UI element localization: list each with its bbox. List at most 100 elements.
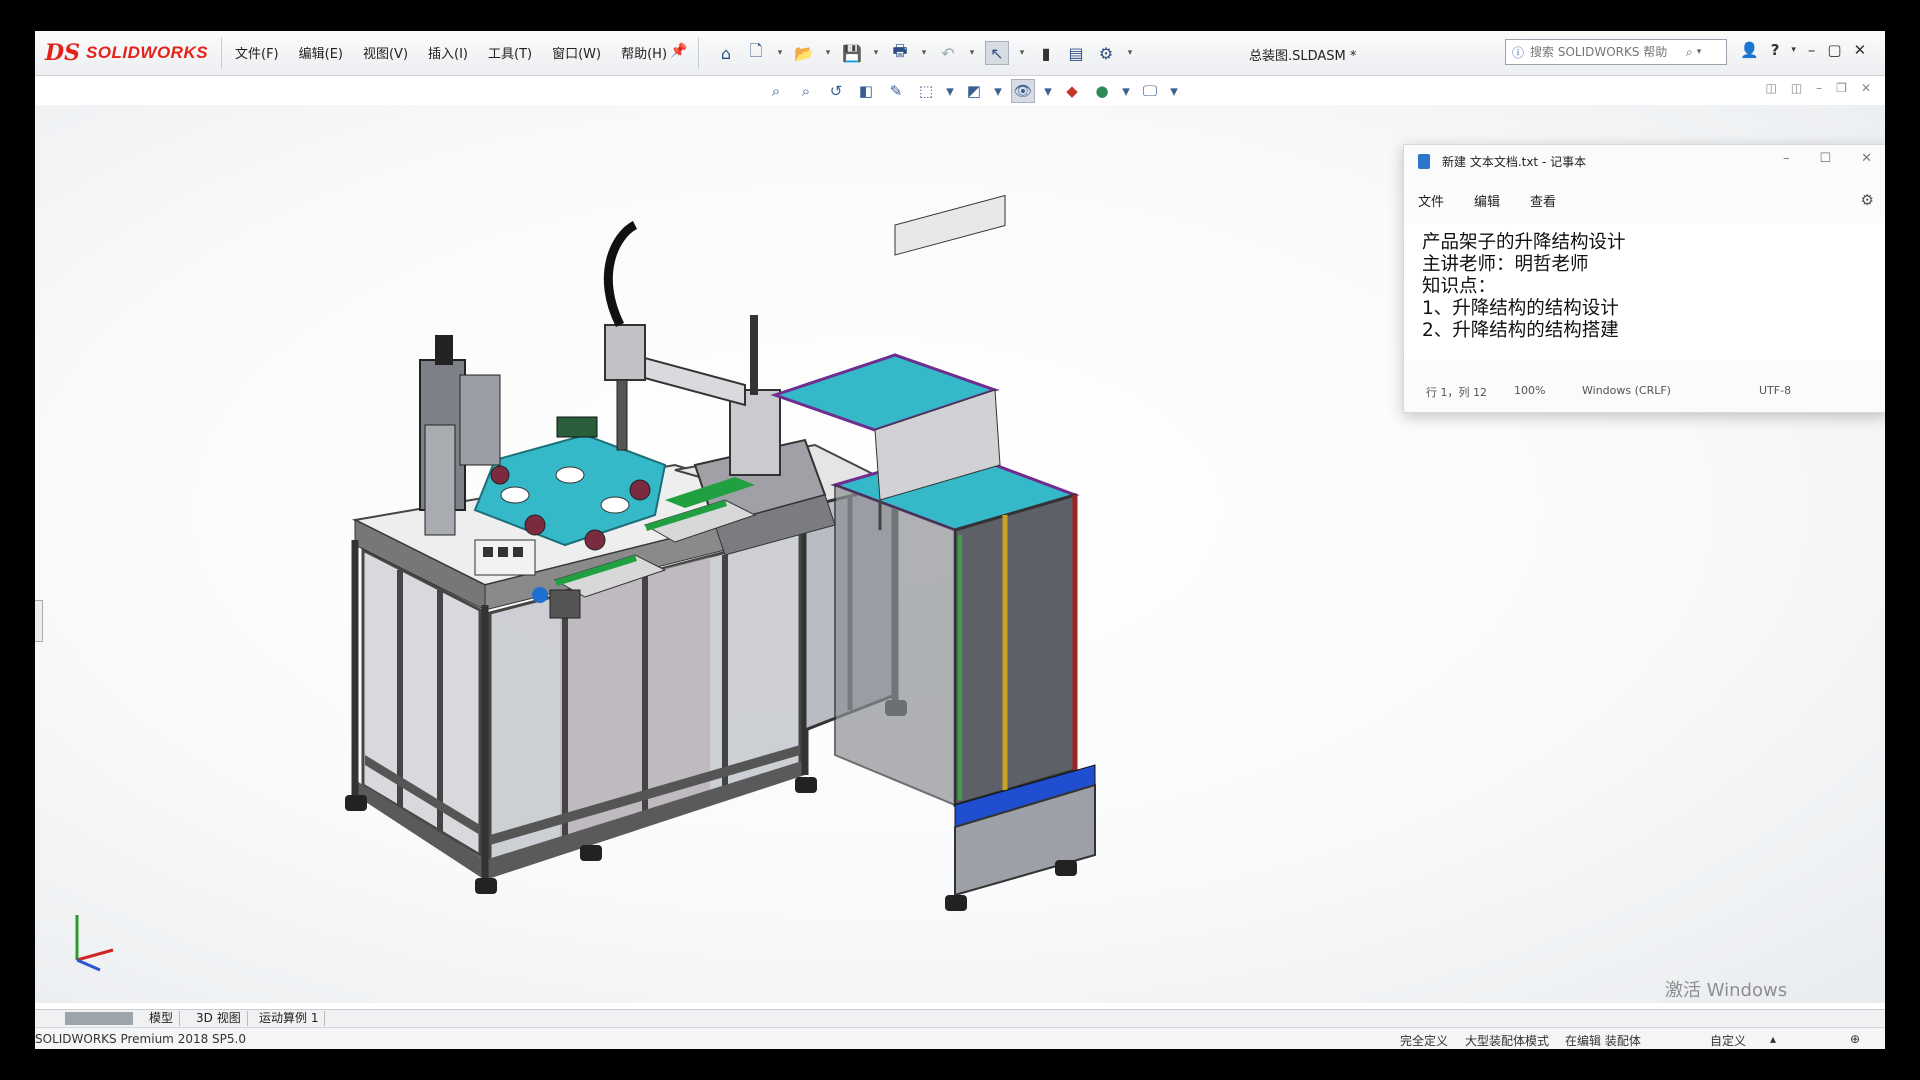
help-search-box[interactable]: ⓘ ⌕ ▾ [1505, 39, 1727, 65]
feature-tree-flyout-tab[interactable] [35, 600, 43, 642]
notepad-menu-file[interactable]: 文件 [1418, 191, 1444, 210]
notepad-window[interactable]: 新建 文本文档.txt - 记事本 – ☐ ✕ 文件 编辑 查看 ⚙ 产品架子的… [1403, 144, 1885, 413]
minimize-icon[interactable]: – [1783, 151, 1790, 166]
text-line: 1、升降结构的结构设计 [1422, 298, 1619, 319]
tile-left-icon[interactable]: ◫ [1765, 81, 1776, 95]
help-icon[interactable]: ? [1771, 41, 1780, 59]
chevron-down-icon[interactable]: ▾ [1791, 45, 1796, 55]
editing-context: 在编辑 装配体 [1565, 1034, 1641, 1048]
chevron-down-icon[interactable]: ▾ [775, 42, 785, 64]
chevron-down-icon[interactable]: ▾ [967, 42, 977, 64]
menu-edit[interactable]: 编辑(E) [299, 43, 343, 62]
title-bar: DS SOLIDWORKS 文件(F) 编辑(E) 视图(V) 插入(I) 工具… [35, 31, 1885, 76]
search-icon[interactable]: ⌕ [1686, 45, 1693, 60]
section-view-icon[interactable]: ◧ [855, 80, 877, 102]
menu-bar: 文件(F) 编辑(E) 视图(V) 插入(I) 工具(T) 窗口(W) 帮助(H… [235, 43, 667, 62]
view-settings-monitor-icon[interactable]: 🖵 [1139, 80, 1161, 102]
close-icon[interactable]: ✕ [1854, 41, 1867, 59]
chevron-down-icon[interactable]: ▾ [945, 80, 955, 102]
tab-3d-views[interactable]: 3D 视图 [190, 1011, 248, 1026]
display-style-icon[interactable]: ◩ [963, 80, 985, 102]
rebuild-status-icon[interactable]: ⊕ [1850, 1032, 1860, 1046]
select-cursor-icon[interactable]: ↖ [985, 41, 1009, 65]
close-icon[interactable]: ✕ [1861, 151, 1872, 166]
zoom-to-area-icon[interactable]: ⌕ [795, 80, 817, 102]
edit-appearance-icon[interactable]: ◆ [1061, 80, 1083, 102]
reference-triad [75, 915, 114, 972]
hide-show-items-icon[interactable]: 👁 [1011, 79, 1035, 103]
chevron-down-icon[interactable]: ▾ [1121, 80, 1131, 102]
menu-tools[interactable]: 工具(T) [488, 43, 532, 62]
cursor-position: 行 1，列 12 [1426, 386, 1487, 399]
view-orientation-icon[interactable]: ⬚ [915, 80, 937, 102]
chevron-down-icon[interactable]: ▾ [1125, 42, 1135, 64]
menu-file[interactable]: 文件(F) [235, 43, 279, 62]
bottom-tabs-bar: 模型 3D 视图 运动算例 1 [35, 1009, 1885, 1028]
document-title: 总装图.SLDASM * [1249, 49, 1357, 64]
notepad-title: 新建 文本文档.txt - 记事本 [1442, 154, 1587, 169]
user-icon[interactable]: 👤 [1740, 41, 1759, 59]
chevron-down-icon[interactable]: ▾ [871, 42, 881, 64]
menu-help[interactable]: 帮助(H) [621, 43, 667, 62]
tab-model[interactable]: 模型 [143, 1011, 181, 1026]
notepad-icon [1418, 153, 1430, 169]
maximize-icon[interactable]: ▢ [1827, 41, 1841, 59]
dynamic-annotation-icon[interactable]: ✎ [885, 80, 907, 102]
gear-icon[interactable]: ⚙ [1861, 191, 1874, 209]
chevron-down-icon[interactable]: ▾ [1017, 42, 1027, 64]
chevron-down-icon[interactable]: ▾ [1697, 47, 1702, 57]
unit-system[interactable]: 自定义 [1710, 1032, 1746, 1049]
pin-icon[interactable]: 📌 [670, 43, 687, 59]
doc-restore-icon[interactable]: ❐ [1836, 81, 1847, 95]
chevron-up-icon[interactable]: ▴ [1770, 1032, 1776, 1046]
help-circle-icon: ⓘ [1512, 45, 1525, 60]
chevron-down-icon[interactable]: ▾ [993, 80, 1003, 102]
standard-toolbar: ⌂ 🗋 ▾ 📂 ▾ 💾 ▾ 🖶 ▾ ↶ ▾ ↖ ▾ ▮ ▤ ⚙ ▾ [715, 41, 1135, 65]
gear-icon[interactable]: ⚙ [1095, 42, 1117, 64]
menu-window[interactable]: 窗口(W) [552, 43, 601, 62]
open-folder-icon[interactable]: 📂 [793, 42, 815, 64]
new-document-icon[interactable]: 🗋 [745, 41, 767, 64]
notepad-menu-edit[interactable]: 编辑 [1474, 191, 1500, 210]
zoom-to-fit-icon[interactable]: ⌕ [765, 80, 787, 102]
notepad-menu-bar: 文件 编辑 查看 [1418, 191, 1556, 210]
chevron-down-icon[interactable]: ▾ [823, 42, 833, 64]
tab-motion-study-1[interactable]: 运动算例 1 [253, 1011, 326, 1026]
tab-scroll-arrows[interactable] [65, 1012, 133, 1025]
undo-icon[interactable]: ↶ [937, 42, 959, 64]
print-icon[interactable]: 🖶 [889, 41, 911, 64]
doc-close-icon[interactable]: ✕ [1861, 81, 1871, 95]
doc-minimize-icon[interactable]: – [1816, 81, 1822, 95]
home-icon[interactable]: ⌂ [715, 42, 737, 64]
divider [221, 37, 222, 69]
heads-up-view-toolbar: ⌕ ⌕ ↺ ◧ ✎ ⬚ ▾ ◩ ▾ 👁 ▾ ◆ ● ▾ 🖵 ▾ [765, 79, 1179, 103]
line-ending: Windows (CRLF) [1582, 384, 1671, 397]
help-search-input[interactable] [1528, 44, 1683, 60]
file-properties-icon[interactable]: ▤ [1065, 42, 1087, 64]
apply-scene-icon[interactable]: ● [1091, 80, 1113, 102]
minimize-icon[interactable]: – [1808, 41, 1816, 59]
text-line: 产品架子的升降结构设计 [1422, 232, 1626, 253]
text-line: 2、升降结构的结构搭建 [1422, 320, 1619, 341]
text-line: 主讲老师：明哲老师 [1422, 254, 1589, 275]
traffic-light-icon[interactable]: ▮ [1035, 42, 1057, 64]
large-assembly-mode: 大型装配体模式 [1465, 1034, 1550, 1048]
definition-state: 完全定义 [1400, 1034, 1449, 1048]
menu-view[interactable]: 视图(V) [363, 43, 408, 62]
tile-right-icon[interactable]: ◫ [1791, 81, 1802, 95]
document-window-controls: ◫ ◫ – ❐ ✕ [1765, 81, 1871, 95]
chevron-down-icon[interactable]: ▾ [1043, 80, 1053, 102]
machine-assembly-model[interactable] [335, 195, 1215, 965]
notepad-window-controls: – ☐ ✕ [1783, 151, 1872, 166]
chevron-down-icon[interactable]: ▾ [1169, 80, 1179, 102]
maximize-icon[interactable]: ☐ [1819, 151, 1831, 166]
text-line: 知识点： [1422, 276, 1497, 297]
notepad-menu-view[interactable]: 查看 [1530, 191, 1556, 210]
save-icon[interactable]: 💾 [841, 42, 863, 64]
menu-insert[interactable]: 插入(I) [428, 43, 468, 62]
previous-view-icon[interactable]: ↺ [825, 80, 847, 102]
solidworks-logo[interactable]: DS SOLIDWORKS [45, 37, 213, 69]
activation-title: 激活 Windows [1665, 980, 1788, 1001]
chevron-down-icon[interactable]: ▾ [919, 42, 929, 64]
notepad-text-area[interactable]: 产品架子的升降结构设计 主讲老师：明哲老师 知识点： 1、升降结构的结构设计 2… [1404, 223, 1885, 360]
